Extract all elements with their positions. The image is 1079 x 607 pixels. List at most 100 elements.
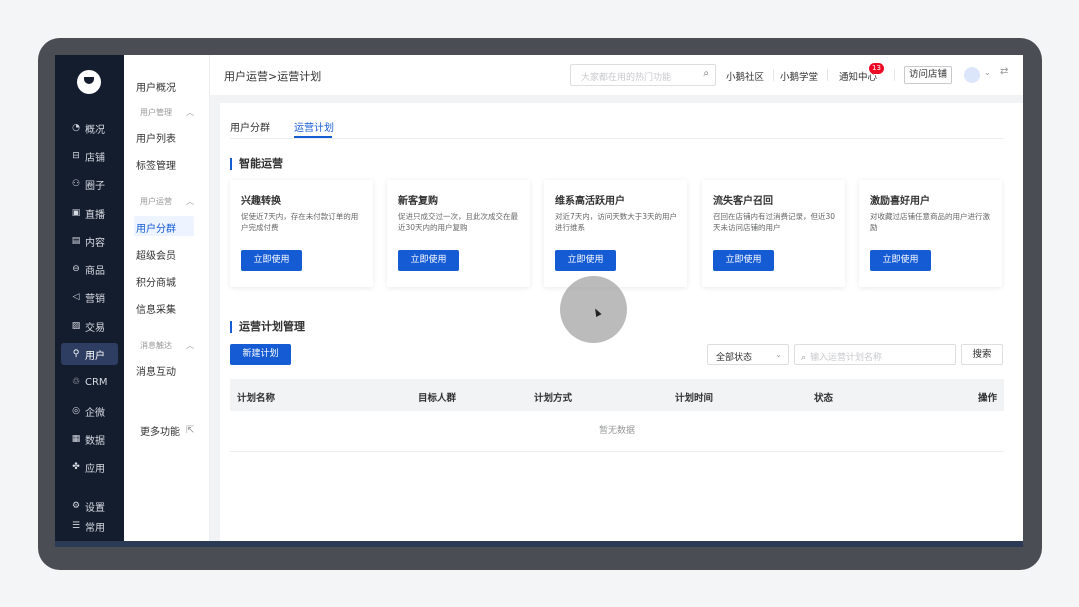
trade-icon: ▨ xyxy=(71,321,81,331)
chevron-down-icon[interactable]: ⌄ xyxy=(984,68,991,77)
user-icon: ⚲ xyxy=(72,349,80,359)
nav-group-user-mgmt[interactable]: 用户管理 ︿ xyxy=(140,107,194,118)
goods-icon: ⊖ xyxy=(72,264,80,274)
card-description: 对近7天内，访问天数大于3天的用户进行维系 xyxy=(555,212,678,232)
nav-item-label: 企微 xyxy=(85,407,105,419)
nav-item-data[interactable]: ▦ 数据 xyxy=(61,428,118,450)
nav-item-label: 店铺 xyxy=(85,152,105,164)
use-now-button[interactable]: 立即使用 xyxy=(870,250,931,271)
nav-item-marketing[interactable]: ◁ 营销 xyxy=(61,286,118,308)
nav-group-label: 消息触达 xyxy=(140,341,172,350)
nav-more-functions[interactable]: 更多功能 ⇱ xyxy=(140,423,194,438)
nav-item-label: 营销 xyxy=(85,293,105,305)
nav-item-wecom[interactable]: ◎ 企微 xyxy=(61,400,118,422)
nav-user-segment[interactable]: 用户分群 xyxy=(136,220,176,235)
nav-item-circle[interactable]: ⚇ 圈子 xyxy=(61,173,118,195)
chevron-up-icon: ︿ xyxy=(186,108,194,117)
status-select-value: 全部状态 xyxy=(716,353,753,363)
nav-item-label: 商品 xyxy=(85,265,105,277)
nav-group-label: 用户管理 xyxy=(140,108,172,117)
nav-item-label: CRM xyxy=(85,376,108,388)
global-search-input[interactable]: 大家都在用的热门功能 ⌕ xyxy=(570,64,716,86)
wecom-icon: ◎ xyxy=(72,406,80,416)
visit-store-button[interactable]: 访问店铺 xyxy=(904,66,952,84)
strategy-card-new-repurchase: 新客复购促进只成交过一次，且此次成交在最近30天内的用户复购 立即使用 xyxy=(387,180,530,287)
nav-item-crm[interactable]: ♲ CRM xyxy=(61,371,118,393)
nav-item-label: 交易 xyxy=(85,322,105,334)
search-button[interactable]: 搜索 xyxy=(961,344,1003,365)
use-now-button[interactable]: 立即使用 xyxy=(713,250,774,271)
apps-icon: ✤ xyxy=(72,462,80,472)
nav-user-list[interactable]: 用户列表 xyxy=(136,130,176,145)
nav-msg-interact[interactable]: 消息互动 xyxy=(136,363,176,378)
use-now-button[interactable]: 立即使用 xyxy=(241,250,302,271)
nav-info-collect[interactable]: 信息采集 xyxy=(136,301,176,316)
card-description: 促进只成交过一次，且此次成交在最近30天内的用户复购 xyxy=(398,212,518,232)
top-header: 用户运营>运营计划 大家都在用的热门功能 ⌕ 小鹅社区 小鹅学堂 通知中心 13… xyxy=(210,55,1023,95)
academy-link[interactable]: 小鹅学堂 xyxy=(780,69,818,83)
nav-user-overview[interactable]: 用户概况 xyxy=(136,79,176,94)
switch-icon[interactable]: ⇄ xyxy=(1000,66,1008,77)
tab-bar: 用户分群 运营计划 xyxy=(230,103,1004,139)
nav-group-label: 用户运营 xyxy=(140,197,172,206)
nav-item-user[interactable]: ⚲ 用户 xyxy=(61,343,118,365)
avatar[interactable] xyxy=(964,67,980,83)
nav-tag-mgmt[interactable]: 标签管理 xyxy=(136,157,176,172)
community-link[interactable]: 小鹅社区 xyxy=(726,69,764,83)
nav-group-msg[interactable]: 消息触达 ︿ xyxy=(140,340,194,351)
active-tab-indicator xyxy=(294,136,332,138)
circle-icon: ⚇ xyxy=(71,179,81,189)
column-header: 目标人群 xyxy=(418,393,457,404)
tab-ops-plan[interactable]: 运营计划 xyxy=(294,119,334,134)
table-empty-state: 暂无数据 xyxy=(230,411,1004,452)
strategy-card-retain-active: 维系高活跃用户 对近7天内，访问天数大于3天的用户进行维系 立即使用 xyxy=(544,180,687,287)
search-icon: ⌕ xyxy=(801,353,807,363)
status-select[interactable]: 全部状态 ⌄ xyxy=(707,344,789,365)
nav-item-label: 内容 xyxy=(85,237,105,249)
column-header: 状态 xyxy=(814,393,834,404)
use-now-button[interactable]: 立即使用 xyxy=(555,250,616,271)
table-header: 计划名称 目标人群 计划方式 计划时间 状态 操作 xyxy=(230,379,1004,411)
nav-item-live[interactable]: ▣ 直播 xyxy=(61,202,118,224)
nav-super-member[interactable]: 超级会员 xyxy=(136,247,176,262)
strategy-card-churn-recall: 流失客户召回 召回在店铺内有过消费记录，但近30天未访问店铺的用户 立即使用 xyxy=(702,180,845,287)
card-title: 激励喜好用户 xyxy=(870,196,930,207)
nav-item-label: 设置 xyxy=(85,502,105,514)
breadcrumb: 用户运营>运营计划 xyxy=(224,70,322,83)
nav-item-trade[interactable]: ▨ 交易 xyxy=(61,315,118,337)
nav-item-apps[interactable]: ✤ 应用 xyxy=(61,456,118,478)
nav-group-user-ops[interactable]: 用户运营 ︿ xyxy=(140,196,194,207)
column-header: 计划名称 xyxy=(237,393,276,404)
section-title-smart-ops: 智能运营 xyxy=(230,158,283,170)
column-header: 计划方式 xyxy=(534,393,573,404)
tab-user-segment[interactable]: 用户分群 xyxy=(230,119,270,134)
header-divider xyxy=(773,69,774,81)
nav-item-label: 概况 xyxy=(85,124,105,136)
external-link-icon: ⇱ xyxy=(186,425,195,436)
nav-item-overview[interactable]: ◔ 概况 xyxy=(61,117,118,139)
use-now-button[interactable]: 立即使用 xyxy=(398,250,459,271)
search-icon[interactable]: ⌕ xyxy=(703,68,709,79)
nav-points-mall[interactable]: 积分商城 xyxy=(136,274,176,289)
nav-item-label: 用户 xyxy=(85,350,105,362)
nav-item-label: 直播 xyxy=(85,209,105,221)
nav-item-favorites[interactable]: ☰ 常用 xyxy=(61,515,118,537)
store-icon: ⊟ xyxy=(72,151,80,161)
chart-icon: ◔ xyxy=(72,123,80,133)
nav-item-label: 数据 xyxy=(85,435,105,447)
nav-item-goods[interactable]: ⊖ 商品 xyxy=(61,258,118,280)
card-description: 对收藏过店铺任意商品的用户进行激励 xyxy=(870,212,990,232)
plan-search-placeholder: 输入运营计划名称 xyxy=(810,353,883,363)
nav-item-content[interactable]: ▤ 内容 xyxy=(61,230,118,252)
plan-search-input[interactable]: ⌕ 输入运营计划名称 xyxy=(794,344,956,365)
nav-item-settings[interactable]: ⚙ 设置 xyxy=(61,495,118,517)
live-icon: ▣ xyxy=(71,208,81,218)
card-title: 新客复购 xyxy=(398,196,438,207)
nav-item-store[interactable]: ⊟ 店铺 xyxy=(61,145,118,167)
nav-item-label: 应用 xyxy=(85,463,105,475)
primary-nav: ◔ 概况 ⊟ 店铺 ⚇ 圈子 ▣ 直播 ▤ 内容 ⊖ 商品 ◁ 营销 ▨ 交易 ⚲ 用户 ♲ CRM ◎ 企微 ▦ 数据 ✤ 应用… xyxy=(55,55,124,547)
card-description: 促使近7天内，存在未付款订单的用户完成付费 xyxy=(241,212,359,232)
new-plan-button[interactable]: 新建计划 xyxy=(230,344,291,365)
app-logo-icon xyxy=(77,70,101,94)
header-divider xyxy=(827,69,828,81)
